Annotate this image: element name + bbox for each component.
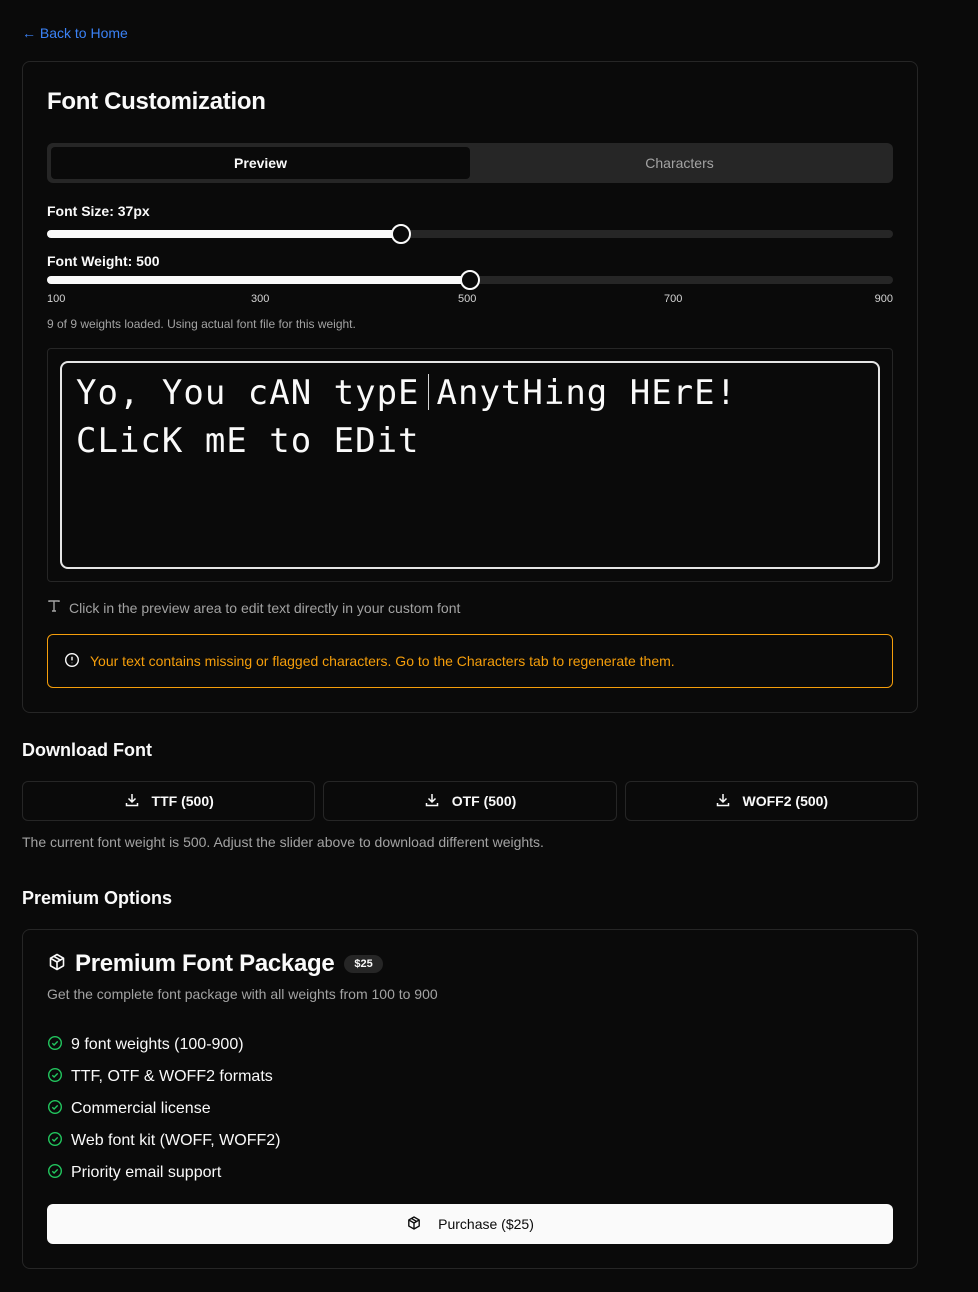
download-otf-label: OTF (500)	[451, 793, 517, 809]
price-badge: $25	[344, 955, 383, 973]
warning-text: Your text contains missing or flagged ch…	[90, 653, 675, 669]
text-caret	[427, 374, 429, 410]
font-size-slider-fill	[47, 230, 401, 238]
check-circle-icon	[47, 1163, 63, 1184]
back-to-home-link[interactable]: ← Back to Home	[22, 25, 128, 41]
feature-label: TTF, OTF & WOFF2 formats	[71, 1068, 273, 1085]
package-title: Premium Font Package	[75, 950, 335, 977]
font-size-slider[interactable]	[47, 224, 893, 244]
download-buttons: TTF (500) OTF (500) WOFF2 (500)	[22, 781, 918, 821]
download-icon	[715, 792, 731, 811]
weight-tick: 500	[458, 293, 477, 305]
font-size-label: Font Size: 37px	[47, 203, 150, 219]
weight-tick: 900	[874, 293, 893, 305]
list-item: Priority email support	[47, 1157, 281, 1189]
package-header: Premium Font Package $25	[47, 950, 383, 978]
weight-tick: 100	[47, 293, 66, 305]
tabs: Preview Characters	[47, 143, 893, 183]
weight-tick: 700	[664, 293, 683, 305]
purchase-label: Purchase ($25)	[438, 1216, 534, 1232]
download-woff2-button[interactable]: WOFF2 (500)	[624, 781, 918, 821]
download-icon	[424, 792, 440, 811]
page-title: Font Customization	[47, 88, 266, 115]
feature-label: Commercial license	[71, 1100, 211, 1117]
font-weight-slider-fill	[47, 276, 470, 284]
download-icon	[124, 792, 140, 811]
feature-label: 9 font weights (100-900)	[71, 1036, 244, 1053]
missing-characters-warning: Your text contains missing or flagged ch…	[47, 634, 893, 688]
font-weight-slider[interactable]	[47, 270, 893, 290]
check-circle-icon	[47, 1099, 63, 1120]
check-circle-icon	[47, 1067, 63, 1088]
text-type-icon	[47, 599, 61, 616]
font-size-slider-thumb[interactable]	[390, 224, 411, 244]
preview-text-editor[interactable]: Yo, You cAN typE AnytHing HErE! CLicK mE …	[60, 361, 880, 569]
preview-area: Yo, You cAN typE AnytHing HErE! CLicK mE …	[47, 348, 893, 582]
premium-package-card: Premium Font Package $25 Get the complet…	[22, 929, 918, 1269]
download-woff2-label: WOFF2 (500)	[742, 793, 829, 809]
download-section-title: Download Font	[22, 740, 152, 760]
tab-characters[interactable]: Characters	[470, 147, 889, 179]
list-item: Web font kit (WOFF, WOFF2)	[47, 1125, 281, 1157]
edit-hint: Click in the preview area to edit text d…	[47, 599, 460, 616]
package-description: Get the complete font package with all w…	[47, 986, 438, 1002]
font-weight-label: Font Weight: 500	[47, 253, 160, 269]
feature-label: Web font kit (WOFF, WOFF2)	[71, 1132, 281, 1149]
check-circle-icon	[47, 1035, 63, 1056]
alert-circle-icon	[64, 652, 80, 671]
download-note: The current font weight is 500. Adjust t…	[22, 834, 544, 850]
feature-list: 9 font weights (100-900) TTF, OTF & WOFF…	[47, 1029, 281, 1189]
tab-preview[interactable]: Preview	[51, 147, 470, 179]
font-weight-ticks: 100 300 500 700 900	[47, 293, 893, 307]
purchase-button[interactable]: Purchase ($25)	[47, 1204, 893, 1244]
weight-tick: 300	[251, 293, 270, 305]
package-icon	[406, 1215, 422, 1234]
list-item: Commercial license	[47, 1093, 281, 1125]
edit-hint-text: Click in the preview area to edit text d…	[69, 599, 461, 616]
preview-text-before-caret: Yo, You cAN typE	[76, 373, 420, 413]
download-ttf-button[interactable]: TTF (500)	[22, 781, 316, 821]
list-item: TTF, OTF & WOFF2 formats	[47, 1061, 281, 1093]
feature-label: Priority email support	[71, 1164, 222, 1181]
weights-loaded-note: 9 of 9 weights loaded. Using actual font…	[47, 317, 356, 331]
font-customization-card: Font Customization Preview Characters Fo…	[22, 61, 918, 713]
download-ttf-label: TTF (500)	[151, 793, 214, 809]
download-otf-button[interactable]: OTF (500)	[323, 781, 617, 821]
list-item: 9 font weights (100-900)	[47, 1029, 281, 1061]
font-weight-slider-thumb[interactable]	[460, 270, 480, 290]
premium-section-title: Premium Options	[22, 888, 173, 908]
package-icon	[47, 952, 67, 977]
check-circle-icon	[47, 1131, 63, 1152]
